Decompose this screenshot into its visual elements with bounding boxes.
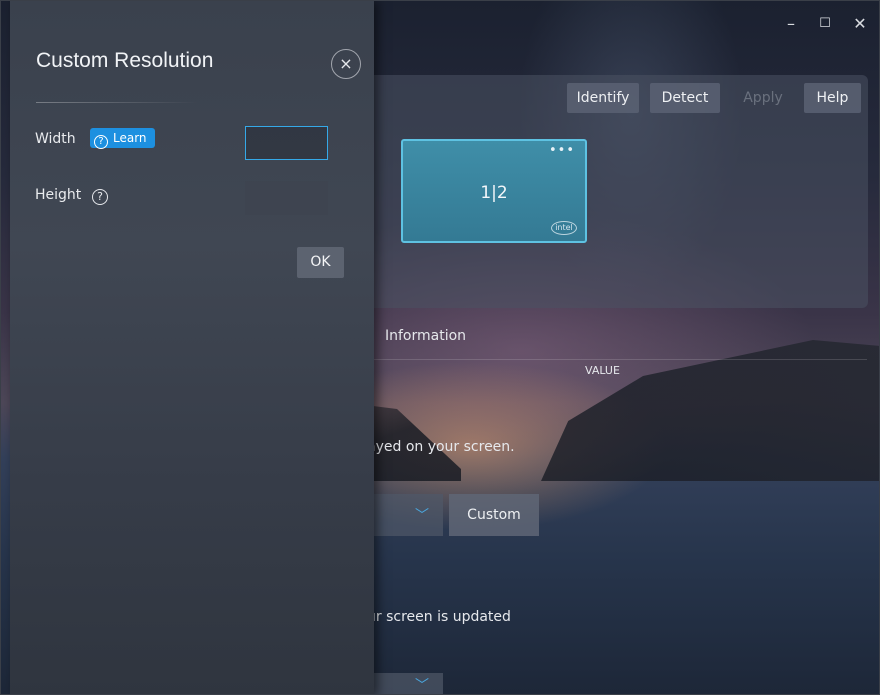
minimize-button[interactable]: – [780, 13, 802, 35]
section-divider [373, 359, 867, 360]
height-help-icon[interactable]: ? [92, 189, 108, 205]
learn-button[interactable]: ? Learn [90, 128, 155, 149]
value-column-header: VALUE [585, 364, 620, 377]
maximize-button[interactable]: ☐ [814, 13, 836, 35]
chevron-down-icon: ﹀ [415, 508, 429, 524]
custom-button[interactable]: Custom [449, 494, 539, 536]
background-mountain-right [541, 340, 879, 481]
app-window: – ☐ ✕ Identify Detect Apply Help ••• 1|2… [0, 0, 880, 695]
width-label: Width [35, 131, 76, 147]
custom-resolution-flyout: Custom Resolution × Width ? Learn Height … [10, 1, 374, 694]
ok-button[interactable]: OK [297, 247, 344, 278]
learn-label: Learn [113, 131, 147, 145]
height-label: Height [35, 187, 82, 203]
flyout-title: Custom Resolution [36, 49, 214, 72]
apply-button[interactable]: Apply [735, 83, 791, 113]
height-input[interactable] [245, 181, 328, 215]
title-divider [36, 102, 198, 103]
resolution-select[interactable]: ﹀ [373, 494, 443, 536]
refresh-rate-description: ur screen is updated [367, 609, 511, 625]
close-window-button[interactable]: ✕ [849, 13, 871, 35]
display-tile[interactable]: ••• 1|2 intel [401, 139, 587, 243]
detect-button[interactable]: Detect [650, 83, 720, 113]
help-icon: ? [94, 135, 108, 149]
intel-logo-icon: intel [551, 221, 577, 235]
chevron-down-icon: ﹀ [415, 678, 429, 694]
width-input[interactable] [245, 126, 328, 160]
close-flyout-button[interactable]: × [331, 49, 361, 79]
display-tile-label: 1|2 [480, 183, 508, 203]
refresh-rate-select[interactable]: ﹀ [373, 673, 443, 694]
help-button[interactable]: Help [804, 83, 861, 113]
more-options-icon[interactable]: ••• [549, 143, 575, 158]
identify-button[interactable]: Identify [567, 83, 639, 113]
description-text: ayed on your screen. [367, 439, 515, 455]
tab-information[interactable]: Information [385, 328, 466, 344]
